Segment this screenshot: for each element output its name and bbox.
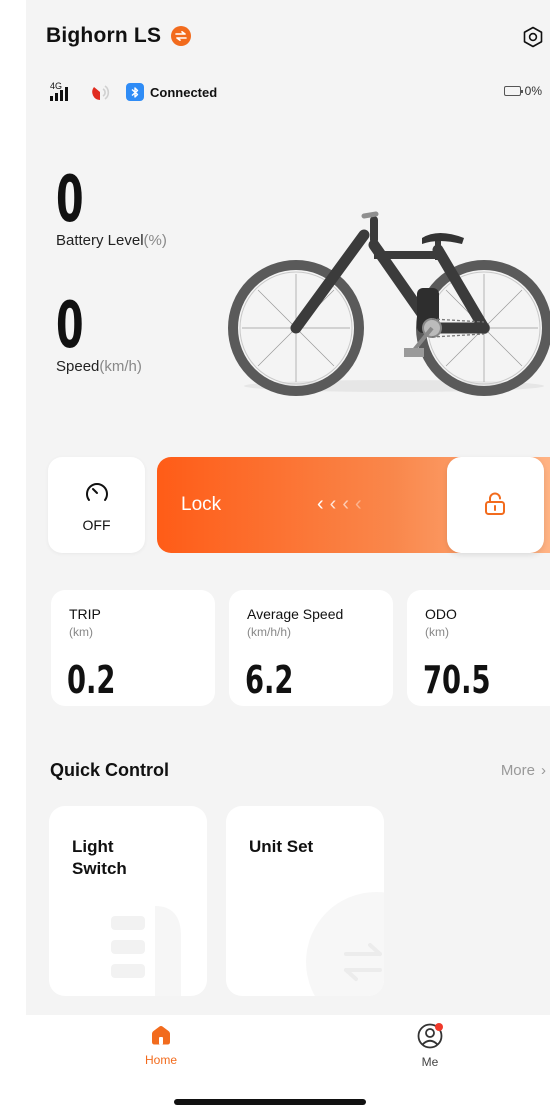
chevron-left-icon: ‹: [317, 493, 330, 515]
chevron-left-icon: ‹: [355, 493, 368, 515]
slide-chevrons-icon: ‹‹‹‹: [317, 493, 368, 516]
speed-unit: (km/h): [99, 358, 142, 375]
trip-name: TRIP: [69, 606, 101, 622]
unlock-handle[interactable]: [447, 457, 544, 553]
header: Bighorn LS: [46, 24, 192, 48]
speed-label: Speed(km/h): [56, 358, 142, 375]
battery-level-text: Battery Level: [56, 232, 144, 249]
average-speed-value: 6.2: [245, 658, 294, 702]
more-link[interactable]: More ›: [501, 762, 546, 779]
chevron-left-icon: ‹: [342, 493, 356, 515]
average-speed-card: Average Speed (km/h/h) 6.2: [229, 590, 393, 706]
battery-indicator: 0%: [503, 84, 542, 98]
speedometer-icon: [86, 483, 108, 501]
lock-label: Lock: [181, 494, 222, 515]
chevron-left-icon: ‹: [329, 493, 343, 515]
swap-icon[interactable]: [171, 26, 192, 46]
battery-icon: [503, 86, 523, 96]
settings-icon[interactable]: [522, 26, 544, 48]
unlock-icon: [485, 492, 505, 515]
odo-name: ODO: [425, 606, 457, 622]
tab-home-label: Home: [144, 1053, 177, 1067]
bluetooth-status: Connected: [150, 84, 218, 100]
quick-control-title: Quick Control: [50, 760, 170, 780]
home-indicator: [174, 1099, 366, 1105]
bike-title: Bighorn LS: [46, 24, 162, 47]
odo-unit: (km): [425, 625, 449, 639]
average-speed-name: Average Speed: [247, 606, 344, 622]
chevron-right-icon: ›: [541, 762, 546, 779]
speed-text: Speed: [56, 358, 100, 375]
speed-mode-label: OFF: [82, 517, 111, 533]
odo-value: 70.5: [423, 658, 491, 702]
trip-unit: (km): [69, 625, 93, 639]
speed-mode-button[interactable]: OFF: [48, 457, 145, 553]
unit-set-card[interactable]: Unit Set: [226, 806, 384, 996]
light-switch-card[interactable]: Light Switch: [49, 806, 207, 996]
unit-swap-icon: [306, 892, 384, 996]
battery-level-label: Battery Level(%): [56, 232, 167, 249]
app-screen: Bighorn LS 4G Connected 0% 0 Battery Lev…: [26, 0, 550, 1105]
trip-value: 0.2: [67, 658, 116, 702]
battery-level-value: 0: [56, 163, 84, 237]
battery-level-unit: (%): [143, 232, 167, 249]
light-icon: [111, 906, 181, 996]
alarm-signal-icon: [90, 81, 112, 103]
tab-bar: Home Me: [26, 1015, 550, 1105]
speed-value: 0: [56, 289, 84, 363]
profile-icon: [417, 1023, 443, 1049]
tab-me[interactable]: Me: [390, 1023, 470, 1069]
bluetooth-icon: [126, 83, 144, 101]
more-label: More: [500, 762, 535, 779]
status-row: 4G Connected: [50, 80, 217, 104]
odo-card: ODO (km) 70.5: [407, 590, 550, 706]
tab-me-label: Me: [421, 1055, 439, 1069]
light-switch-label: Light Switch: [72, 837, 127, 878]
battery-percent: 0%: [524, 84, 542, 98]
unit-set-label: Unit Set: [249, 837, 314, 856]
average-speed-unit: (km/h/h): [247, 625, 292, 639]
bike-image: [228, 211, 550, 396]
home-icon: [152, 1026, 170, 1045]
trip-card: TRIP (km) 0.2: [51, 590, 215, 706]
tab-home[interactable]: Home: [121, 1023, 201, 1067]
network-signal-icon: 4G: [50, 81, 72, 103]
